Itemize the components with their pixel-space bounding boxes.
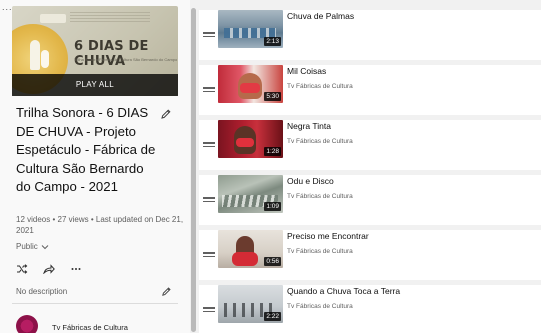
divider xyxy=(12,303,178,304)
video-title[interactable]: Odu e Disco xyxy=(287,176,334,186)
logo-caption-lines xyxy=(70,12,150,24)
video-channel[interactable]: Tv Fábricas de Cultura xyxy=(287,248,353,255)
thumbnail-figure-graphic-2 xyxy=(41,50,49,68)
drag-handle-icon[interactable] xyxy=(203,142,215,148)
more-horizontal-icon[interactable] xyxy=(70,261,82,279)
drag-handle-icon[interactable] xyxy=(203,252,215,258)
video-title[interactable]: Preciso me Encontrar xyxy=(287,231,369,241)
channel-avatar[interactable] xyxy=(16,315,38,333)
video-duration: 1:09 xyxy=(264,202,281,211)
thumbnail-title: 6 DIAS DE CHUVA xyxy=(74,39,149,69)
video-duration: 5:30 xyxy=(264,92,281,101)
playlist-page: ...... 6 DIAS DE CHUVA Trilha Sonora Fáb… xyxy=(0,0,541,333)
pencil-icon[interactable] xyxy=(161,286,172,297)
video-duration: 0:56 xyxy=(264,257,281,266)
shuffle-icon[interactable] xyxy=(16,261,28,279)
video-channel[interactable]: Tv Fábricas de Cultura xyxy=(287,138,353,145)
list-item[interactable]: 5:30 Mil Coisas Tv Fábricas de Cultura xyxy=(199,65,541,115)
drag-handle-icon[interactable] xyxy=(203,307,215,313)
pencil-icon[interactable] xyxy=(160,108,172,120)
playlist-description: No description xyxy=(16,287,68,296)
list-item[interactable]: 0:56 Preciso me Encontrar Tv Fábricas de… xyxy=(199,230,541,280)
privacy-dropdown[interactable]: Public xyxy=(16,242,49,251)
thumbnail-subtitle: Trilha Sonora Fábrica de Cultura São Ber… xyxy=(74,57,178,62)
video-title[interactable]: Chuva de Palmas xyxy=(287,11,354,21)
privacy-label: Public xyxy=(16,242,38,251)
channel-name[interactable]: Tv Fábricas de Cultura xyxy=(52,323,128,332)
scrollbar-thumb[interactable] xyxy=(191,8,196,332)
video-channel[interactable]: Tv Fábricas de Cultura xyxy=(287,193,353,200)
playlist-actions xyxy=(16,264,82,276)
thumbnail-figure-graphic xyxy=(30,40,40,70)
drag-handle-icon[interactable] xyxy=(203,197,215,203)
video-thumbnail[interactable]: 2:22 xyxy=(218,285,283,323)
list-item[interactable]: 1:09 Odu e Disco Tv Fábricas de Cultura xyxy=(199,175,541,225)
video-thumbnail[interactable]: 1:28 xyxy=(218,120,283,158)
playlist-title: Trilha Sonora - 6 DIAS DE CHUVA - Projet… xyxy=(16,105,156,194)
playlist-meta: 12 videos • 27 views • Last updated on D… xyxy=(16,215,184,235)
video-thumbnail[interactable]: 1:09 xyxy=(218,175,283,213)
video-duration: 1:28 xyxy=(264,147,281,156)
list-item[interactable]: 2:22 Quando a Chuva Toca a Terra Tv Fábr… xyxy=(199,285,541,333)
play-all-button[interactable]: PLAY ALL xyxy=(12,74,178,96)
video-channel[interactable]: Tv Fábricas de Cultura xyxy=(287,303,353,310)
video-duration: 2:22 xyxy=(264,312,281,321)
drag-handle-icon[interactable] xyxy=(203,87,215,93)
video-channel[interactable]: Tv Fábricas de Cultura xyxy=(287,83,353,90)
video-duration: 2:13 xyxy=(264,37,281,46)
video-thumbnail[interactable]: 2:13 xyxy=(218,10,283,48)
playlist-header-panel: ...... 6 DIAS DE CHUVA Trilha Sonora Fáb… xyxy=(0,0,190,333)
drag-handle-icon[interactable] xyxy=(203,32,215,38)
share-icon[interactable] xyxy=(42,261,55,279)
video-thumbnail[interactable]: 0:56 xyxy=(218,230,283,268)
video-title[interactable]: Negra Tinta xyxy=(287,121,331,131)
list-item[interactable]: 1:28 Negra Tinta Tv Fábricas de Cultura xyxy=(199,120,541,170)
video-title[interactable]: Mil Coisas xyxy=(287,66,326,76)
chevron-down-icon xyxy=(41,245,49,250)
list-item[interactable]: 2:13 Chuva de Palmas xyxy=(199,10,541,60)
video-thumbnail[interactable]: 5:30 xyxy=(218,65,283,103)
partner-logos xyxy=(40,14,66,23)
video-title[interactable]: Quando a Chuva Toca a Terra xyxy=(287,286,400,296)
playlist-video-list: 2:13 Chuva de Palmas 5:30 Mil Coisas Tv … xyxy=(199,0,541,333)
